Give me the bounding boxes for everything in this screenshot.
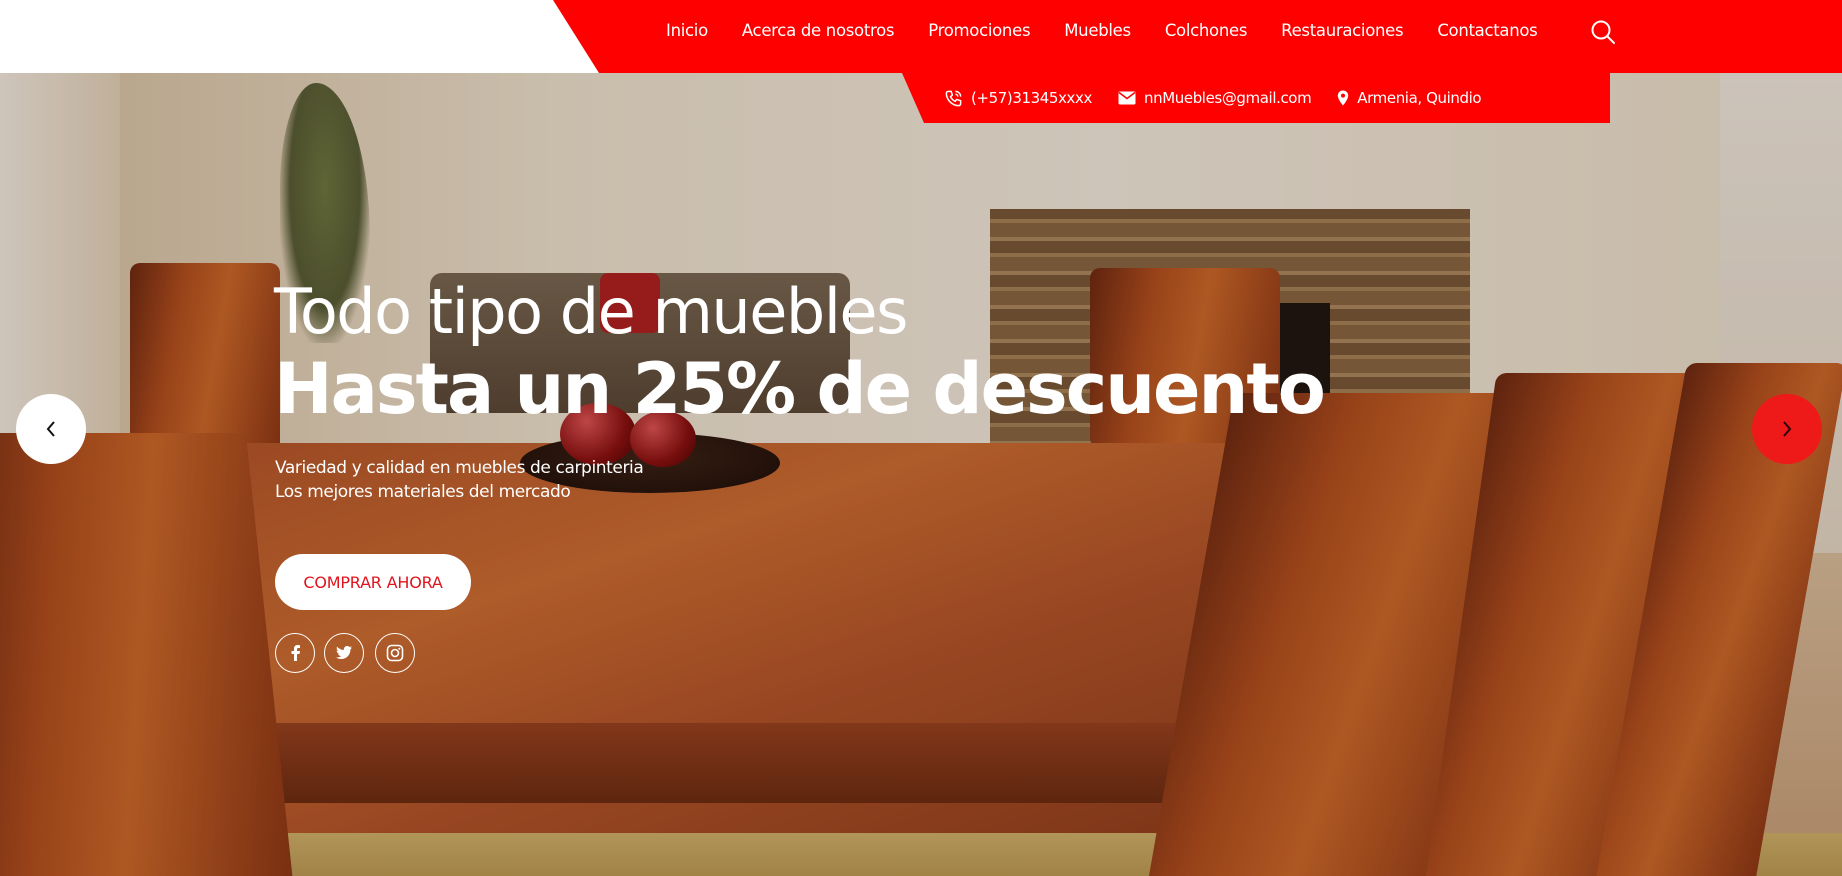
email-text: nnMuebles@gmail.com [1144, 89, 1312, 107]
nav-item-promociones[interactable]: Promociones [928, 21, 1030, 40]
nav-item-muebles[interactable]: Muebles [1064, 21, 1131, 40]
phone-icon [945, 90, 962, 106]
hero-subtitle-line2: Los mejores materiales del mercado [275, 482, 571, 502]
nav-item-contactanos[interactable]: Contactanos [1437, 21, 1537, 40]
search-icon[interactable] [1590, 19, 1616, 45]
twitter-icon[interactable] [324, 633, 364, 673]
contact-location[interactable]: Armenia, Quindio [1337, 89, 1482, 107]
nav-item-acerca[interactable]: Acerca de nosotros [742, 21, 895, 40]
location-text: Armenia, Quindio [1357, 89, 1482, 107]
nav-item-colchones[interactable]: Colchones [1165, 21, 1248, 40]
facebook-icon[interactable] [275, 633, 315, 673]
hero-title-line2: Hasta un 25% de descuento [274, 348, 1326, 430]
carousel-prev-button[interactable] [16, 394, 86, 464]
hero-title-line1: Todo tipo de muebles [274, 275, 908, 348]
nav-item-restauraciones[interactable]: Restauraciones [1281, 21, 1403, 40]
carousel-next-button[interactable] [1752, 394, 1822, 464]
instagram-icon[interactable] [375, 633, 415, 673]
contact-email[interactable]: nnMuebles@gmail.com [1118, 89, 1312, 107]
chevron-left-icon [46, 421, 55, 437]
contact-bar: (+57)31345xxxx nnMuebles@gmail.com Armen… [902, 73, 1610, 123]
logo-area [0, 0, 560, 73]
nav-item-inicio[interactable]: Inicio [666, 21, 708, 40]
comprar-ahora-button[interactable]: COMPRAR AHORA [275, 554, 471, 610]
map-pin-icon [1338, 90, 1349, 106]
main-nav: Inicio Acerca de nosotros Promociones Mu… [666, 0, 1571, 61]
phone-text: (+57)31345xxxx [971, 89, 1092, 107]
hero-subtitle-line1: Variedad y calidad en muebles de carpint… [275, 458, 644, 478]
envelope-icon [1118, 91, 1136, 105]
contact-phone[interactable]: (+57)31345xxxx [944, 89, 1092, 108]
chevron-right-icon [1783, 421, 1792, 437]
